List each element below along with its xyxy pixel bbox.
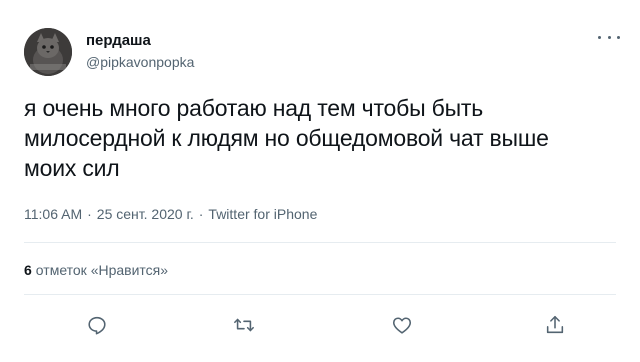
user-handle[interactable]: @pipkavonpopka bbox=[86, 54, 194, 70]
more-dot bbox=[598, 35, 601, 39]
cat-avatar-image bbox=[24, 28, 72, 76]
reply-icon bbox=[88, 316, 106, 335]
tweet-card: пердаша @pipkavonpopka я очень много раб… bbox=[0, 0, 640, 362]
meta-separator: · bbox=[198, 206, 204, 222]
avatar[interactable] bbox=[24, 28, 72, 76]
more-icon[interactable] bbox=[598, 30, 620, 44]
tweet-source[interactable]: Twitter for iPhone bbox=[208, 206, 317, 222]
divider bbox=[24, 242, 616, 243]
share-button[interactable] bbox=[542, 312, 568, 338]
more-dot bbox=[607, 35, 611, 39]
tweet-date[interactable]: 25 сент. 2020 г. bbox=[97, 206, 194, 222]
likes-label: отметок «Нравится» bbox=[35, 262, 169, 278]
retweet-button[interactable] bbox=[231, 312, 257, 338]
meta-separator: · bbox=[87, 206, 92, 222]
tweet-text: я очень много работаю над тем чтобы быть… bbox=[24, 95, 549, 181]
tweet-time[interactable]: 11:06 AM bbox=[24, 206, 82, 222]
display-name[interactable]: пердаша bbox=[86, 32, 151, 49]
likes-stat[interactable]: 6 отметок «Нравится» bbox=[24, 262, 168, 278]
likes-count: 6 bbox=[24, 262, 32, 278]
retweet-icon bbox=[234, 318, 254, 332]
reply-button[interactable] bbox=[84, 312, 110, 338]
like-icon bbox=[392, 317, 412, 334]
divider bbox=[24, 294, 616, 295]
tweet-meta: 11:06 AM · 25 сент. 2020 г. · Twitter for iP… bbox=[24, 206, 317, 222]
more-dot bbox=[617, 35, 620, 39]
like-button[interactable] bbox=[389, 312, 415, 338]
share-icon bbox=[546, 315, 564, 334]
